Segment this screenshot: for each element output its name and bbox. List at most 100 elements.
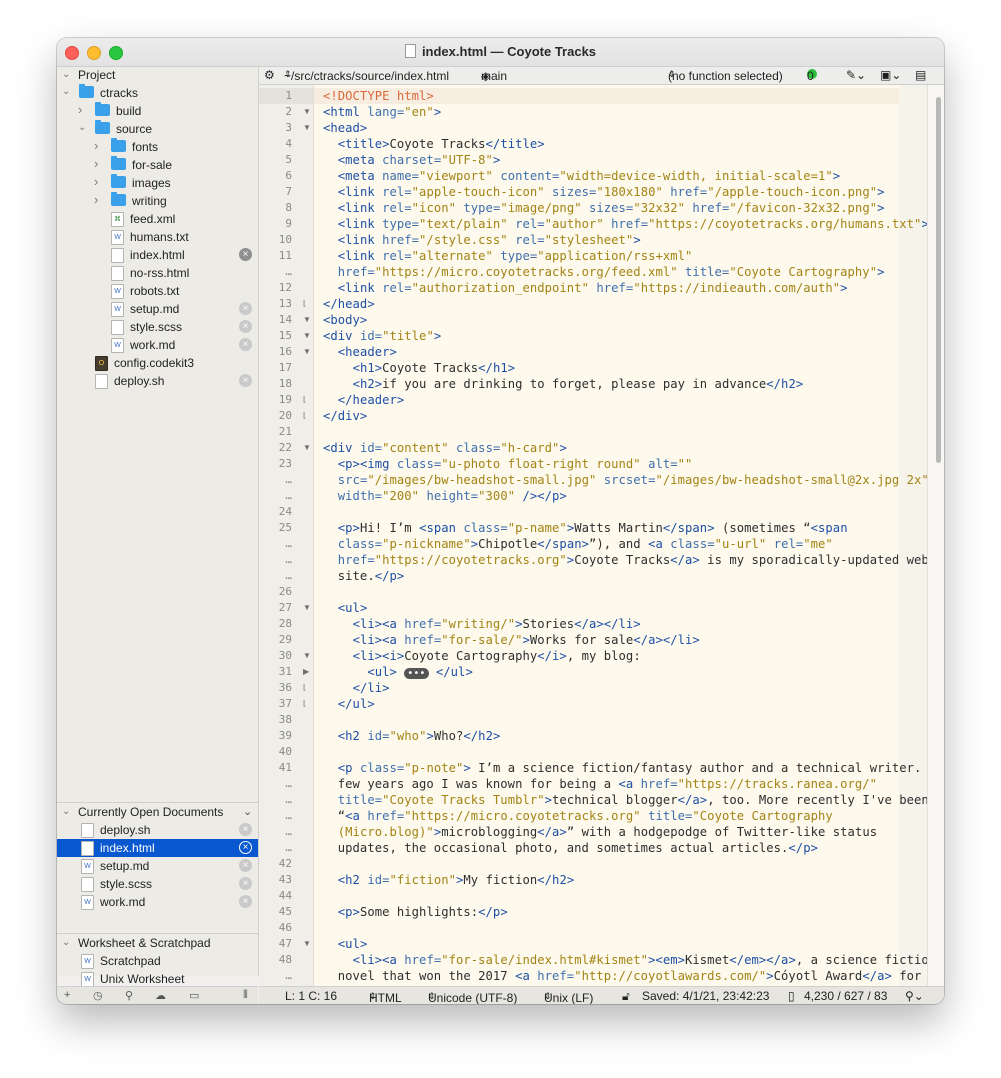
code-line[interactable]: 45 <p>Some highlights:</p> — [259, 904, 899, 920]
scrollbar-thumb[interactable] — [936, 97, 941, 463]
code-line[interactable]: 22 ▼ <div id="content" class="h-card"> — [259, 440, 899, 456]
code-line[interactable]: … “<a href="https://micro.coyotetracks.o… — [259, 808, 899, 824]
code-line[interactable]: … site.</p> — [259, 568, 899, 584]
close-document-icon[interactable]: × — [239, 320, 252, 333]
code-line[interactable]: 24 — [259, 504, 899, 520]
code-line[interactable]: 26 — [259, 584, 899, 600]
tree-item[interactable]: deploy.sh × — [57, 372, 258, 390]
code-text[interactable]: <h1>Coyote Tracks</h1> — [323, 361, 515, 375]
open-docs-header[interactable]: ⌄ Currently Open Documents ⌄ — [57, 804, 258, 821]
fold-end-icon[interactable]: ⌊ — [303, 699, 306, 708]
code-text[interactable]: <title>Coyote Tracks</title> — [323, 137, 545, 151]
open-docs-menu-chevron-icon[interactable]: ⌄ — [243, 805, 252, 818]
code-text[interactable]: <meta name="viewport" content="width=dev… — [323, 169, 840, 183]
code-line[interactable]: 14 ▼ <body> — [259, 312, 899, 328]
open-item[interactable]: index.html × — [57, 839, 258, 857]
close-document-icon[interactable]: × — [239, 823, 252, 836]
tree-item[interactable]: › for-sale — [57, 156, 258, 174]
code-line[interactable]: 2 ▼ <html lang="en"> — [259, 104, 899, 120]
code-line[interactable]: 27 ▼ <ul> — [259, 600, 899, 616]
code-text[interactable]: “<a href="https://micro.coyotetracks.org… — [323, 809, 833, 823]
code-text[interactable]: <html lang="en"> — [323, 105, 441, 119]
code-text[interactable]: <p class="p-note"> I’m a science fiction… — [323, 761, 936, 775]
tree-item[interactable]: no-rss.html — [57, 264, 258, 282]
chevron-down-icon[interactable]: ⌄ — [62, 806, 70, 817]
open-item[interactable]: style.scss × — [57, 875, 258, 893]
code-line[interactable]: 31 ▶ <ul> ••• </ul> — [259, 664, 899, 680]
fold-open-icon[interactable]: ▼ — [303, 443, 311, 452]
chevron-down-icon[interactable]: ⌄ — [62, 69, 70, 80]
document-stats[interactable]: 4,230 / 627 / 83 — [804, 989, 887, 1003]
code-line[interactable]: 38 — [259, 712, 899, 728]
worksheet-item[interactable]: W Scratchpad — [57, 952, 258, 970]
code-line[interactable]: 43 <h2 id="fiction">My fiction</h2> — [259, 872, 899, 888]
code-line[interactable]: 17 <h1>Coyote Tracks</h1> — [259, 360, 899, 376]
code-line[interactable]: 7 <link rel="apple-touch-icon" sizes="18… — [259, 184, 899, 200]
code-line[interactable]: 25 <p>Hi! I’m <span class="p-name">Watts… — [259, 520, 899, 536]
tree-item[interactable]: ⌄ ctracks — [57, 84, 258, 102]
fold-closed-icon[interactable]: ▶ — [303, 667, 309, 676]
code-line[interactable]: … width="200" height="300" /></p> — [259, 488, 899, 504]
close-document-icon[interactable]: × — [239, 248, 252, 261]
code-line[interactable]: 29 <li><a href="for-sale/">Works for sal… — [259, 632, 899, 648]
code-line[interactable]: 9 <link type="text/plain" rel="author" h… — [259, 216, 928, 232]
history-icon[interactable]: ◷ — [93, 989, 103, 1002]
code-text[interactable]: </head> — [323, 297, 375, 311]
code-line[interactable]: 6 <meta name="viewport" content="width=d… — [259, 168, 899, 184]
code-line[interactable]: … updates, the occasional photo, and som… — [259, 840, 899, 856]
code-text[interactable]: <p>Some highlights:</p> — [323, 905, 508, 919]
code-line[interactable]: 5 <meta charset="UTF-8"> — [259, 152, 899, 168]
open-item[interactable]: deploy.sh × — [57, 821, 258, 839]
code-text[interactable]: site.</p> — [323, 569, 404, 583]
document-menu-icon[interactable]: ▣⌄ — [880, 68, 901, 82]
tree-item[interactable]: ⌘ feed.xml — [57, 210, 258, 228]
code-line[interactable]: 41 <p class="p-note"> I’m a science fict… — [259, 760, 936, 776]
add-icon[interactable]: + — [64, 989, 70, 1001]
fold-open-icon[interactable]: ▼ — [303, 651, 311, 660]
code-text[interactable]: <ul> — [323, 937, 368, 951]
code-text[interactable]: title="Coyote Tracks Tumblr">technical b… — [323, 793, 929, 807]
code-line[interactable]: 37 ⌊ </ul> — [259, 696, 899, 712]
code-line[interactable]: 36 ⌊ </li> — [259, 680, 899, 696]
code-text[interactable]: <div id="title"> — [323, 329, 441, 343]
tree-item[interactable]: style.scss × — [57, 318, 258, 336]
code-text[interactable]: <header> — [323, 345, 397, 359]
code-text[interactable]: </header> — [323, 393, 404, 407]
code-line[interactable]: 8 <link rel="icon" type="image/png" size… — [259, 200, 899, 216]
cloud-icon[interactable]: ☁ — [155, 989, 166, 1002]
tree-item[interactable]: Wwork.md × — [57, 336, 258, 354]
code-line[interactable]: 16 ▼ <header> — [259, 344, 899, 360]
code-line[interactable]: … href="https://coyotetracks.org">Coyote… — [259, 552, 928, 568]
code-text[interactable]: <p><img class="u-photo float-right round… — [323, 457, 693, 471]
code-line[interactable]: … class="p-nickname">Chipotle</span>”), … — [259, 536, 899, 552]
fold-open-icon[interactable]: ▼ — [303, 603, 311, 612]
code-line[interactable]: … (Micro.blog)">microblogging</a>” with … — [259, 824, 899, 840]
code-text[interactable]: </li> — [323, 681, 390, 695]
tree-item[interactable]: Wrobots.txt — [57, 282, 258, 300]
pen-menu-icon[interactable]: ✎⌄ — [846, 68, 866, 82]
resize-handle-icon[interactable]: ⦀ — [243, 989, 248, 1002]
code-text[interactable]: <link rel="alternate" type="application/… — [323, 249, 693, 263]
code-text[interactable]: <link type="text/plain" rel="author" hre… — [323, 217, 929, 231]
code-line[interactable]: 12 <link rel="authorization_endpoint" hr… — [259, 280, 899, 296]
code-line[interactable]: … title="Coyote Tracks Tumblr">technical… — [259, 792, 928, 808]
tree-item[interactable]: › build — [57, 102, 258, 120]
code-text[interactable]: <ul> ••• </ul> — [323, 665, 473, 679]
project-header[interactable]: ⌄ Project — [57, 67, 258, 84]
chevron-right-icon[interactable]: › — [78, 102, 82, 117]
code-text[interactable]: <!DOCTYPE html> — [323, 89, 434, 103]
tree-item[interactable]: ⌄ source — [57, 120, 258, 138]
fold-open-icon[interactable]: ▼ — [303, 107, 311, 116]
code-text[interactable]: <body> — [323, 313, 367, 327]
code-line[interactable]: 3 ▼ <head> — [259, 120, 899, 136]
chevron-right-icon[interactable]: › — [94, 192, 98, 207]
code-text[interactable]: src="/images/bw-headshot-small.jpg" srcs… — [323, 473, 929, 487]
code-line[interactable]: 15 ▼ <div id="title"> — [259, 328, 899, 344]
close-document-icon[interactable]: × — [239, 338, 252, 351]
text-editor[interactable]: 1 <!DOCTYPE html> 2 ▼ <html lang="en"> 3 ▼ <hea… — [259, 85, 944, 986]
code-text[interactable]: <h2 id="who">Who?</h2> — [323, 729, 501, 743]
code-line[interactable]: 18 <h2>if you are drinking to forget, pl… — [259, 376, 899, 392]
code-text[interactable]: <h2 id="fiction">My fiction</h2> — [323, 873, 574, 887]
code-line[interactable]: 11 <link rel="alternate" type="applicati… — [259, 248, 899, 264]
fold-open-icon[interactable]: ▼ — [303, 123, 311, 132]
